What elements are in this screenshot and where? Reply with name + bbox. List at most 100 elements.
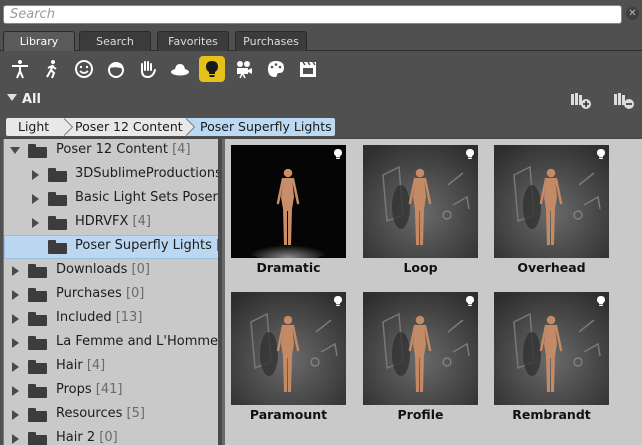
figure-icon[interactable] [7, 56, 33, 82]
folder-icon [28, 288, 47, 302]
tree-item-hair[interactable]: Hair [4] [4, 355, 218, 379]
tab-purchases[interactable]: Purchases [235, 31, 307, 51]
remove-library-icon[interactable] [612, 90, 636, 110]
tree-item-count: [5] [126, 406, 145, 421]
tree-item-poser-12-content[interactable]: Poser 12 Content [4] [4, 139, 218, 163]
close-icon[interactable]: ✕ [626, 7, 639, 20]
expand-arrow-icon[interactable] [32, 218, 39, 228]
tree-item-basic-light-sets[interactable]: Basic Light Sets Poser [4, 187, 218, 211]
tree-item-count: [0] [131, 262, 150, 277]
tree-item-count: [4] [172, 142, 191, 157]
expand-arrow-icon[interactable] [12, 362, 19, 372]
tree-item-count: [0] [125, 286, 145, 301]
tree-item-props[interactable]: Props [41] [4, 379, 218, 403]
content-grid: Dramatic Loop Overhead Paramount Profile Remb… [225, 139, 642, 445]
tree-item-label: 3DSublimeProductions [75, 166, 218, 181]
breadcrumb-label: Light [18, 119, 50, 134]
tree-item-poser-superfly-lights[interactable]: Poser Superfly Lights [6 [4, 235, 218, 259]
tree-item-3dsublimeproductions[interactable]: 3DSublimeProductions [4, 163, 218, 187]
tree-item-label: Basic Light Sets Poser [75, 190, 218, 205]
folder-icon [28, 432, 47, 445]
tree-item-included[interactable]: Included [13] [4, 307, 218, 331]
expand-arrow-icon[interactable] [12, 338, 19, 348]
tab-bar: Library Search Favorites Purchases [0, 29, 642, 51]
folder-icon [48, 192, 67, 206]
light-icon[interactable] [199, 56, 225, 82]
search-bar: ✕ [0, 0, 642, 29]
thumbnail-label: Loop [403, 260, 438, 275]
expand-arrow-icon[interactable] [32, 170, 39, 180]
breadcrumb: Light Poser 12 Content Poser Superfly Li… [0, 113, 642, 139]
pose-icon[interactable] [39, 56, 65, 82]
thumbnail-label: Rembrandt [512, 407, 591, 422]
tree-item-label: Purchases [56, 286, 122, 301]
tree-item-label: Hair [56, 358, 83, 373]
folder-icon [48, 240, 67, 254]
tree-item-label: Poser 12 Content [56, 142, 168, 157]
tree-item-count: [41] [95, 382, 123, 397]
tab-library[interactable]: Library [3, 31, 75, 51]
tree-item-label: Hair 2 [56, 430, 96, 445]
tree-item-purchases[interactable]: Purchases [0] [4, 283, 218, 307]
folder-icon [48, 168, 67, 182]
tree-item-label: La Femme and L'Homme [56, 334, 218, 349]
thumbnail-profile[interactable] [363, 292, 478, 405]
expand-arrow-icon[interactable] [12, 386, 19, 396]
expand-arrow-icon[interactable] [12, 290, 19, 300]
tree-item-label: HDRVFX [75, 214, 129, 229]
tree-item-label: Poser Superfly Lights [75, 238, 212, 253]
tree-item-hdrvfx[interactable]: HDRVFX [4] [4, 211, 218, 235]
add-library-icon[interactable] [569, 90, 593, 110]
light-bulb-icon [466, 295, 474, 306]
search-input[interactable] [3, 5, 622, 24]
light-bulb-icon [597, 295, 605, 306]
thumbnail-loop[interactable] [363, 145, 478, 258]
tree-item-hair-2[interactable]: Hair 2 [0] [4, 427, 218, 445]
folder-icon [28, 384, 47, 398]
tab-favorites[interactable]: Favorites [157, 31, 229, 51]
expression-icon[interactable] [71, 56, 97, 82]
thumbnail-label: Paramount [249, 407, 328, 422]
folder-icon [48, 216, 67, 230]
prop-icon[interactable] [167, 56, 193, 82]
light-bulb-icon [466, 148, 474, 159]
thumbnail-label: Profile [397, 407, 444, 422]
thumbnail-overhead[interactable] [494, 145, 609, 258]
tree-item-resources[interactable]: Resources [5] [4, 403, 218, 427]
thumbnail-paramount[interactable] [231, 292, 346, 405]
tab-search[interactable]: Search [79, 31, 151, 51]
hair-icon[interactable] [103, 56, 129, 82]
breadcrumb-poser-12-content[interactable]: Poser 12 Content [63, 118, 195, 136]
tree-item-label: Props [56, 382, 92, 397]
light-bulb-icon [334, 295, 342, 306]
scene-icon[interactable] [295, 56, 321, 82]
filter-label: All [22, 92, 41, 107]
folder-icon [28, 312, 47, 326]
folder-icon [28, 408, 47, 422]
filter-all-toggle[interactable]: All [7, 92, 67, 108]
tree-item-downloads[interactable]: Downloads [0] [4, 259, 218, 283]
hand-icon[interactable] [135, 56, 161, 82]
tree-item-label: Included [56, 310, 112, 325]
thumbnail-dramatic[interactable] [231, 145, 346, 258]
tree-item-la-femme[interactable]: La Femme and L'Homme [4, 331, 218, 355]
breadcrumb-light[interactable]: Light [6, 118, 73, 136]
triangle-down-icon [7, 94, 17, 101]
expand-arrow-icon[interactable] [12, 266, 19, 276]
light-bulb-icon [334, 148, 342, 159]
filter-row: All [0, 87, 642, 113]
expand-arrow-icon[interactable] [32, 194, 39, 204]
thumbnail-rembrandt[interactable] [494, 292, 609, 405]
expand-arrow-icon[interactable] [12, 434, 19, 444]
breadcrumb-label: Poser 12 Content [75, 119, 183, 134]
expand-arrow-icon[interactable] [12, 314, 19, 324]
camera-icon[interactable] [231, 56, 257, 82]
breadcrumb-poser-superfly-lights[interactable]: Poser Superfly Lights [185, 118, 335, 136]
folder-icon [28, 264, 47, 278]
breadcrumb-label: Poser Superfly Lights [200, 119, 332, 134]
expand-arrow-icon[interactable] [10, 147, 20, 154]
folder-icon [28, 144, 47, 158]
category-toolbar [0, 51, 642, 87]
material-icon[interactable] [263, 56, 289, 82]
expand-arrow-icon[interactable] [12, 410, 19, 420]
